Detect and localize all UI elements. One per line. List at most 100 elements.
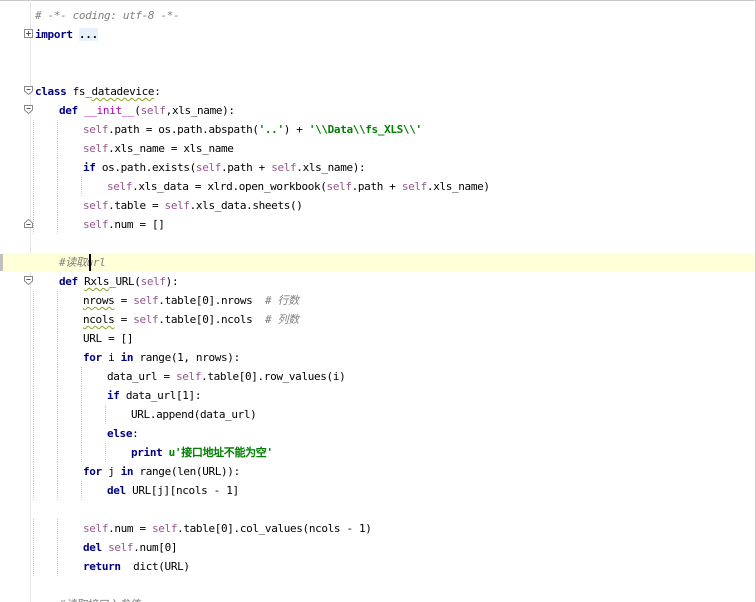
- code-text[interactable]: del self.num[0]: [83, 538, 177, 557]
- code-line[interactable]: if data_url[1]:: [0, 386, 756, 405]
- code-text[interactable]: if data_url[1]:: [107, 386, 201, 405]
- code-text[interactable]: #读取url: [59, 253, 106, 272]
- indent-guide: [33, 557, 35, 576]
- code-text[interactable]: data_url = self.table[0].row_values(i): [107, 367, 346, 386]
- indent-guide: [33, 177, 35, 196]
- indent-guide: [33, 158, 35, 177]
- code-line[interactable]: [0, 500, 756, 519]
- code-token: :: [132, 427, 139, 440]
- indent-guide: [57, 329, 59, 348]
- code-line[interactable]: self.num = self.table[0].col_values(ncol…: [0, 519, 756, 538]
- code-text[interactable]: #读取接口入参值: [59, 595, 140, 602]
- code-token: :: [154, 85, 161, 98]
- indent-guide: [33, 120, 35, 139]
- code-line[interactable]: if os.path.exists(self.path + self.xls_n…: [0, 158, 756, 177]
- code-line[interactable]: nrows = self.table[0].nrows # 行数: [0, 291, 756, 310]
- fold-end-icon[interactable]: [24, 219, 33, 228]
- code-text[interactable]: URL.append(data_url): [131, 405, 257, 424]
- code-text[interactable]: del URL[j][ncols - 1]: [107, 481, 239, 500]
- code-line[interactable]: [0, 234, 756, 253]
- code-token: ,xls_name):: [165, 104, 235, 117]
- code-line[interactable]: self.xls_data = xlrd.open_workbook(self.…: [0, 177, 756, 196]
- code-line[interactable]: self.num = []: [0, 215, 756, 234]
- code-text[interactable]: self.path = os.path.abspath('..') + '\\D…: [83, 120, 422, 139]
- self-token: self: [140, 104, 166, 117]
- keyword-token: print: [131, 446, 163, 459]
- code-text[interactable]: ncols = self.table[0].ncols # 列数: [83, 310, 299, 329]
- code-token: URL = []: [83, 332, 134, 345]
- code-line[interactable]: #读取url: [0, 253, 756, 272]
- code-token: i: [101, 351, 121, 364]
- code-line[interactable]: del self.num[0]: [0, 538, 756, 557]
- code-text[interactable]: nrows = self.table[0].nrows # 行数: [83, 291, 299, 310]
- code-line[interactable]: print u'接口地址不能为空': [0, 443, 756, 462]
- self-token: self: [164, 199, 190, 212]
- code-line[interactable]: URL = []: [0, 329, 756, 348]
- keyword-token: for: [83, 465, 102, 478]
- code-text[interactable]: else:: [107, 424, 139, 443]
- folded-code-placeholder[interactable]: ...: [78, 28, 98, 41]
- fold-expand-icon[interactable]: [24, 29, 33, 38]
- code-line[interactable]: def __init__(self,xls_name):: [0, 101, 756, 120]
- self-token: self: [83, 522, 109, 535]
- code-text[interactable]: def Rxls_URL(self):: [59, 272, 179, 291]
- code-text[interactable]: URL = []: [83, 329, 134, 348]
- code-line[interactable]: for i in range(1, nrows):: [0, 348, 756, 367]
- code-text[interactable]: for i in range(1, nrows):: [83, 348, 240, 367]
- code-line[interactable]: [0, 44, 756, 63]
- indent-guide: [105, 405, 107, 424]
- code-line[interactable]: class fs_datadevice:: [0, 82, 756, 101]
- indent-guide: [33, 462, 35, 481]
- code-line[interactable]: ncols = self.table[0].ncols # 列数: [0, 310, 756, 329]
- code-line[interactable]: #读取接口入参值: [0, 595, 756, 602]
- indent-guide: [81, 367, 83, 386]
- code-text[interactable]: import ...: [35, 25, 98, 44]
- code-editor[interactable]: # -*- coding: utf-8 -*- import ... class f…: [0, 0, 756, 602]
- code-line[interactable]: del URL[j][ncols - 1]: [0, 481, 756, 500]
- code-line[interactable]: self.table = self.xls_data.sheets(): [0, 196, 756, 215]
- keyword-token: def: [59, 104, 78, 117]
- self-token: self: [108, 541, 134, 554]
- code-token: data_url =: [107, 370, 176, 383]
- indent-guide: [33, 348, 35, 367]
- code-text[interactable]: print u'接口地址不能为空': [131, 443, 273, 462]
- indent-guide: [81, 481, 83, 500]
- code-line[interactable]: # -*- coding: utf-8 -*-: [0, 6, 756, 25]
- code-text[interactable]: return dict(URL): [83, 557, 190, 576]
- code-line[interactable]: self.path = os.path.abspath('..') + '\\D…: [0, 120, 756, 139]
- indent-guide: [33, 443, 35, 462]
- code-text[interactable]: # -*- coding: utf-8 -*-: [35, 6, 180, 25]
- string-token: u'接口地址不能为空': [168, 446, 273, 459]
- code-line[interactable]: import ...: [0, 25, 756, 44]
- code-text[interactable]: def __init__(self,xls_name):: [59, 101, 235, 120]
- code-line[interactable]: else:: [0, 424, 756, 443]
- self-token: self: [107, 180, 133, 193]
- code-line[interactable]: for j in range(len(URL)):: [0, 462, 756, 481]
- code-text[interactable]: class fs_datadevice:: [35, 82, 161, 101]
- fold-collapse-icon[interactable]: [24, 105, 33, 114]
- code-line[interactable]: [0, 63, 756, 82]
- code-line[interactable]: return dict(URL): [0, 557, 756, 576]
- code-line[interactable]: def Rxls_URL(self):: [0, 272, 756, 291]
- code-text[interactable]: for j in range(len(URL)):: [83, 462, 240, 481]
- keyword-token: def: [59, 275, 78, 288]
- code-text[interactable]: self.num = self.table[0].col_values(ncol…: [83, 519, 372, 538]
- code-text[interactable]: if os.path.exists(self.path + self.xls_n…: [83, 158, 366, 177]
- code-text[interactable]: self.num = []: [83, 215, 165, 234]
- code-text[interactable]: self.table = self.xls_data.sheets(): [83, 196, 303, 215]
- code-text[interactable]: self.xls_name = xls_name: [83, 139, 234, 158]
- code-line[interactable]: data_url = self.table[0].row_values(i): [0, 367, 756, 386]
- fold-collapse-icon[interactable]: [24, 86, 33, 95]
- indent-guide: [57, 405, 59, 424]
- indent-guide: [33, 405, 35, 424]
- comment-token: #读取接口入参值: [59, 598, 140, 602]
- fold-collapse-icon[interactable]: [24, 276, 33, 285]
- indent-guide: [33, 215, 35, 234]
- code-text[interactable]: self.xls_data = xlrd.open_workbook(self.…: [107, 177, 490, 196]
- code-token: .path +: [351, 180, 402, 193]
- code-line[interactable]: self.xls_name = xls_name: [0, 139, 756, 158]
- code-token: dict(URL): [120, 560, 190, 573]
- keyword-token: del: [107, 484, 126, 497]
- code-line[interactable]: [0, 576, 756, 595]
- code-line[interactable]: URL.append(data_url): [0, 405, 756, 424]
